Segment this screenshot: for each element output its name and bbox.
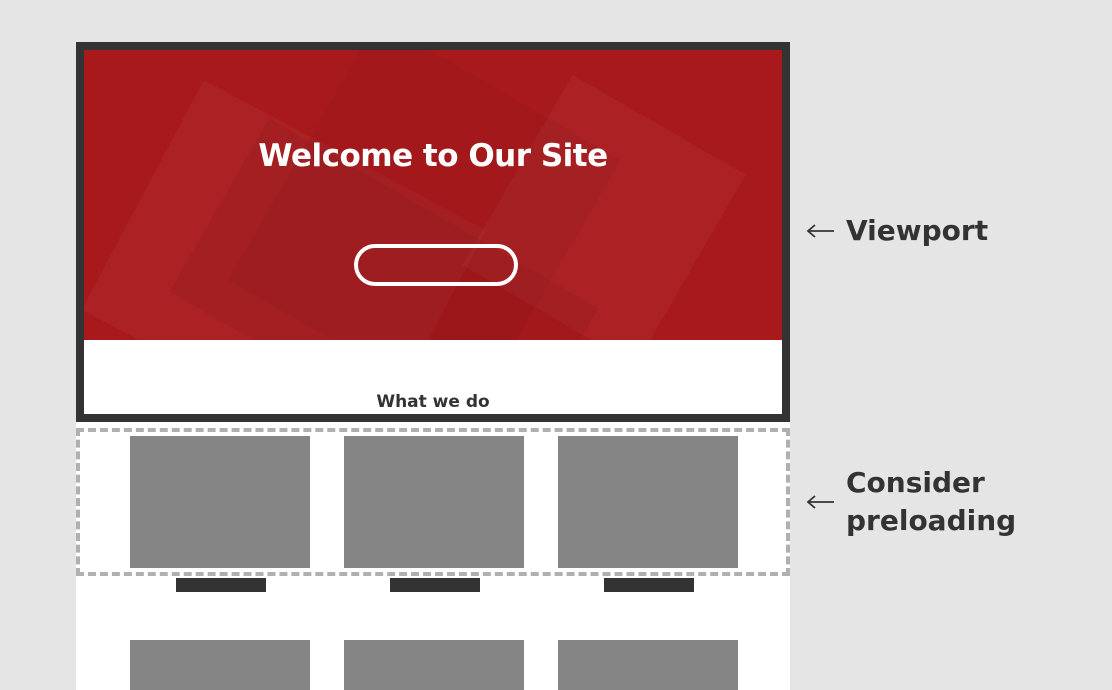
preload-annotation: Consider preloading <box>806 464 1016 540</box>
preload-zone-outline <box>76 428 790 576</box>
card-image[interactable] <box>558 640 738 690</box>
preload-label-line1: Consider <box>846 466 985 499</box>
viewport-label: Viewport <box>846 214 989 247</box>
card-caption <box>390 578 480 592</box>
viewport-annotation: Viewport <box>806 212 988 250</box>
left-arrow-icon <box>806 224 834 238</box>
preload-label-line2: preloading <box>846 504 1017 537</box>
card-caption <box>604 578 694 592</box>
left-arrow-icon <box>806 495 834 509</box>
preload-label: Consider preloading <box>846 464 1016 540</box>
card-image[interactable] <box>344 640 524 690</box>
card-image[interactable] <box>130 640 310 690</box>
viewport-frame <box>76 42 790 422</box>
card-caption <box>176 578 266 592</box>
